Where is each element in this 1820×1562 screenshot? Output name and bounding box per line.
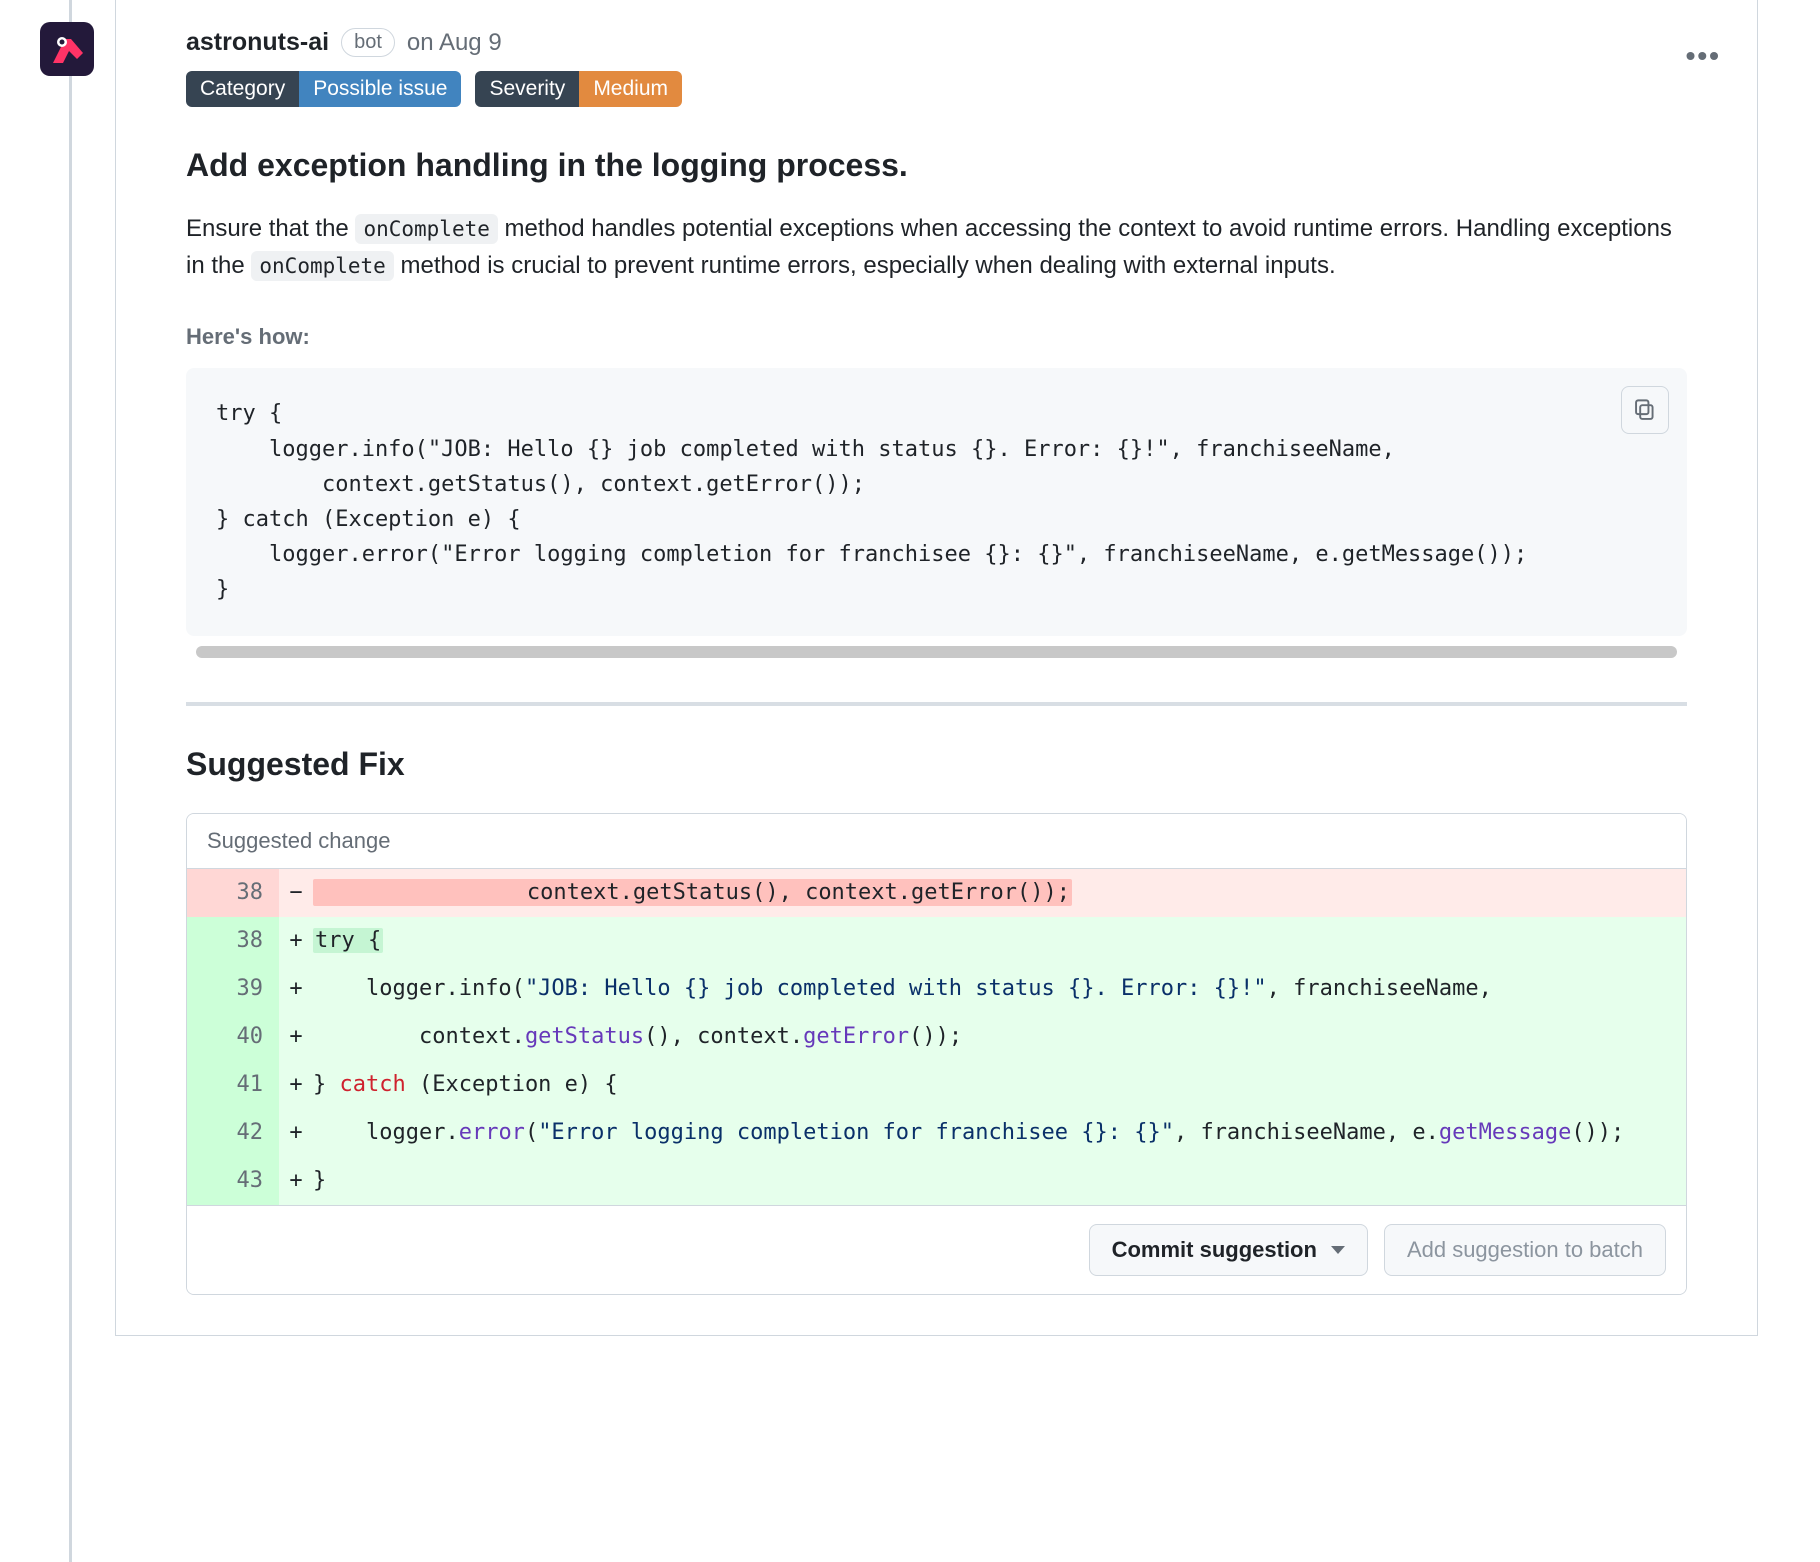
diff-line-number: 41: [187, 1061, 279, 1109]
diff-code: try {: [313, 917, 1686, 965]
desc-text: method is crucial to prevent runtime err…: [394, 252, 1336, 279]
avatar[interactable]: [40, 22, 94, 76]
comment-title: Add exception handling in the logging pr…: [186, 147, 1687, 184]
inline-code: onComplete: [355, 214, 497, 244]
kebab-icon: •••: [1686, 40, 1721, 71]
label-category: Category Possible issue: [186, 71, 461, 107]
horizontal-scrollbar[interactable]: [196, 646, 1677, 658]
diff-sign: +: [279, 1061, 313, 1109]
diff-line-number: 42: [187, 1109, 279, 1157]
timestamp[interactable]: on Aug 9: [407, 29, 502, 57]
diff-line: 40+ context.getStatus(), context.getErro…: [187, 1013, 1686, 1061]
desc-text: Ensure that the: [186, 215, 355, 242]
diff-line-number: 38: [187, 917, 279, 965]
diff-code: } catch (Exception e) {: [313, 1061, 1686, 1109]
diff-code: logger.error("Error logging completion f…: [313, 1109, 1686, 1157]
diff-line-number: 38: [187, 869, 279, 917]
diff-sign: +: [279, 965, 313, 1013]
diff-sign: +: [279, 1013, 313, 1061]
label-value: Medium: [579, 71, 682, 107]
diff-line-number: 40: [187, 1013, 279, 1061]
code-block-container: try { logger.info("JOB: Hello {} job com…: [186, 368, 1687, 657]
commit-suggestion-button[interactable]: Commit suggestion: [1089, 1224, 1368, 1276]
diff-sign: −: [279, 869, 313, 917]
suggested-change-header: Suggested change: [187, 814, 1686, 869]
add-to-batch-button[interactable]: Add suggestion to batch: [1384, 1224, 1666, 1276]
label-key: Category: [186, 71, 299, 107]
diff-sign: +: [279, 1109, 313, 1157]
bot-badge: bot: [341, 28, 395, 57]
label-key: Severity: [475, 71, 579, 107]
diff-line: 41+} catch (Exception e) {: [187, 1061, 1686, 1109]
helper-text: Here's how:: [186, 324, 1687, 350]
diff-line: 38− context.getStatus(), context.getErro…: [187, 869, 1686, 917]
astronaut-avatar-icon: [47, 29, 87, 69]
diff-code: }: [313, 1157, 1686, 1205]
diff-code: logger.info("JOB: Hello {} job completed…: [313, 965, 1686, 1013]
suggested-change-footer: Commit suggestion Add suggestion to batc…: [187, 1205, 1686, 1294]
diff-line: 43+}: [187, 1157, 1686, 1205]
labels-row: Category Possible issue Severity Medium: [116, 57, 1757, 107]
diff-line: 38+try {: [187, 917, 1686, 965]
comment-card: astronuts-ai bot on Aug 9 ••• Category P…: [115, 0, 1758, 1336]
copy-button[interactable]: [1621, 386, 1669, 434]
diff-line: 42+ logger.error("Error logging completi…: [187, 1109, 1686, 1157]
label-value: Possible issue: [299, 71, 461, 107]
diff-line: 39+ logger.info("JOB: Hello {} job compl…: [187, 965, 1686, 1013]
diff-line-number: 39: [187, 965, 279, 1013]
suggested-fix-title: Suggested Fix: [186, 746, 1687, 783]
comment-description: Ensure that the onComplete method handle…: [186, 210, 1687, 284]
diff-code: context.getStatus(), context.getError())…: [313, 1013, 1686, 1061]
code-block[interactable]: try { logger.info("JOB: Hello {} job com…: [186, 368, 1687, 635]
diff-code: context.getStatus(), context.getError())…: [313, 869, 1686, 917]
caret-down-icon: [1331, 1246, 1345, 1254]
more-options-button[interactable]: •••: [1686, 40, 1721, 72]
diff-line-number: 43: [187, 1157, 279, 1205]
divider: [186, 702, 1687, 706]
label-severity: Severity Medium: [475, 71, 682, 107]
copy-icon: [1634, 399, 1656, 421]
comment-body: Add exception handling in the logging pr…: [116, 107, 1757, 1295]
diff-block: 38− context.getStatus(), context.getErro…: [187, 869, 1686, 1206]
button-label: Add suggestion to batch: [1407, 1237, 1643, 1263]
author-link[interactable]: astronuts-ai: [186, 28, 329, 57]
diff-sign: +: [279, 1157, 313, 1205]
comment-header: astronuts-ai bot on Aug 9 •••: [116, 0, 1757, 57]
inline-code: onComplete: [251, 251, 393, 281]
button-label: Commit suggestion: [1112, 1237, 1317, 1263]
diff-sign: +: [279, 917, 313, 965]
suggested-change-box: Suggested change 38− context.getStatus()…: [186, 813, 1687, 1296]
